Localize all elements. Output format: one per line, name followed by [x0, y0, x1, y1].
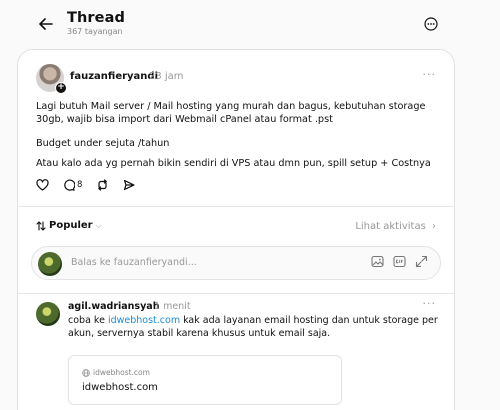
thread-card: + fauzanfieryandi 23 jam ··· Lagi butuh … [17, 49, 455, 410]
avatar [38, 252, 62, 276]
reply-input[interactable]: Balas ke fauzanfieryandi... [71, 257, 197, 268]
gif-icon[interactable] [393, 255, 406, 271]
title-block: Thread 367 tayangan [67, 9, 125, 37]
globe-icon [82, 368, 90, 377]
image-icon[interactable] [371, 255, 384, 271]
post-actions: 8 [36, 179, 149, 191]
post-text-2: Budget under sejuta /tahun [36, 138, 170, 149]
like-button[interactable] [36, 179, 49, 191]
divider [18, 206, 454, 207]
comment-icon [64, 179, 75, 191]
reply-box[interactable]: Balas ke fauzanfieryandi... [31, 246, 441, 280]
comment-link[interactable]: idwebhost.com [108, 315, 180, 326]
activity-label: Lihat aktivitas [355, 221, 426, 232]
avatar[interactable] [36, 302, 60, 326]
chevron-down-icon: ⌵ [95, 220, 102, 230]
view-count: 367 tayangan [67, 27, 123, 36]
sort-icon [36, 220, 46, 231]
heart-icon [36, 179, 49, 191]
comment-text-start: coba ke [68, 315, 108, 326]
comment-text: coba ke idwebhost.com kak ada layanan em… [68, 314, 438, 340]
comment-button[interactable]: 8 [63, 179, 82, 191]
preview-domain: idwebhost.com [82, 368, 150, 377]
divider [18, 293, 454, 294]
top-bar: Thread 367 tayangan [0, 0, 500, 46]
repost-button[interactable] [96, 179, 109, 191]
sort-dropdown[interactable]: Populer ⌵ [36, 220, 102, 231]
back-button[interactable] [32, 12, 60, 36]
follow-plus-icon[interactable]: + [55, 82, 67, 94]
more-options-button[interactable] [419, 12, 443, 36]
send-icon [124, 179, 136, 191]
arrow-left-icon [39, 18, 53, 30]
post-username[interactable]: fauzanfieryandi [70, 71, 158, 82]
share-button[interactable] [123, 179, 136, 191]
preview-title: idwebhost.com [82, 382, 158, 393]
sort-label: Populer [49, 220, 93, 231]
avatar[interactable]: + [36, 64, 67, 94]
preview-domain-text: idwebhost.com [93, 368, 150, 377]
post-more-icon[interactable]: ··· [423, 68, 437, 81]
more-horizontal-circle-icon [424, 17, 438, 31]
comment-time: 1 menit [154, 301, 191, 312]
page-title: Thread [67, 10, 125, 26]
reply-count: 8 [77, 180, 83, 190]
view-activity-link[interactable]: Lihat aktivitas › [355, 221, 436, 232]
reply-box-icons [371, 255, 428, 271]
comment-more-icon[interactable]: ··· [423, 297, 437, 310]
chevron-right-icon: › [432, 221, 436, 232]
link-preview-card[interactable]: idwebhost.com idwebhost.com [68, 355, 342, 405]
post-text-1: Lagi butuh Mail server / Mail hosting ya… [36, 101, 426, 125]
post-time: 23 jam [149, 71, 184, 82]
comment-username[interactable]: agil.wadriansyah [68, 301, 159, 312]
expand-icon[interactable] [415, 255, 428, 271]
post-text-3: Atau kalo ada yg pernah bikin sendiri di… [36, 158, 431, 169]
repost-icon [98, 179, 108, 191]
